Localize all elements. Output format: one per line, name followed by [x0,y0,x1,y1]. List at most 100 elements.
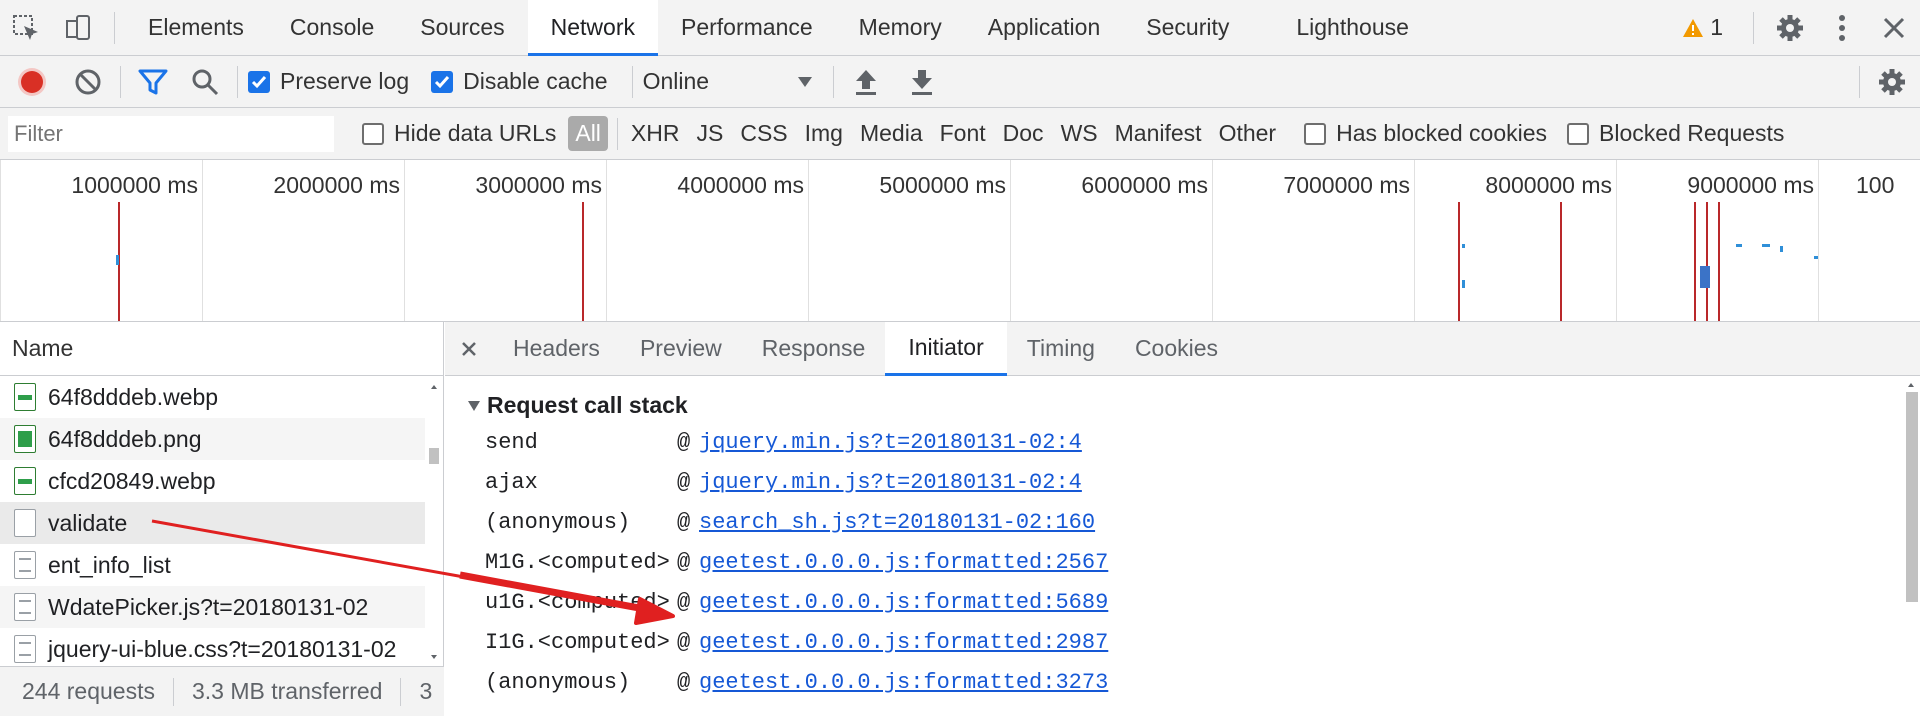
request-bar [1762,244,1770,247]
tab-response[interactable]: Response [742,322,886,376]
scrollbar-thumb[interactable] [1906,392,1918,602]
filter-type-css[interactable]: CSS [733,116,794,151]
import-har-button[interactable] [844,60,888,104]
timeline-tick-label: 4000000 ms [677,172,804,198]
throttling-select[interactable]: Online [643,68,813,95]
settings-gear-icon[interactable] [1764,0,1816,56]
timeline-tick-label: 8000000 ms [1485,172,1612,198]
filter-input[interactable] [8,115,334,152]
record-button[interactable] [10,60,54,104]
request-row[interactable]: jquery-ui-blue.css?t=20180131-02 [0,628,425,666]
has-blocked-cookies-checkbox[interactable]: Has blocked cookies [1304,120,1547,147]
network-status-bar: 244 requests 3.3 MB transferred 3 [0,666,444,716]
image-icon [14,383,36,411]
throttling-value: Online [642,68,710,94]
checked-box-icon [248,70,270,93]
call-stack-header[interactable]: Request call stack [467,392,688,419]
tab-network[interactable]: Network [527,0,658,56]
tab-headers[interactable]: Headers [493,322,620,376]
timeline-tick-label: 9000000 ms [1687,172,1814,198]
request-row[interactable]: cfcd20849.webp [0,460,425,502]
device-toolbar-icon[interactable] [52,0,104,56]
tab-timing[interactable]: Timing [1007,322,1115,376]
network-overview-timeline[interactable]: 1000000 ms 2000000 ms 3000000 ms 4000000… [0,160,1920,322]
tab-security[interactable]: Security [1123,0,1252,56]
request-row-selected[interactable]: validate [0,502,425,544]
source-link[interactable]: geetest.0.0.0.js:formatted:2987 [699,630,1108,655]
source-link[interactable]: jquery.min.js?t=20180131-02:4 [699,470,1082,495]
requests-scrollbar[interactable] [425,376,443,666]
divider [172,677,174,706]
timeline-tick-label: 1000000 ms [71,172,198,198]
filter-type-font[interactable]: Font [933,116,993,151]
has-blocked-cookies-label: Has blocked cookies [1336,120,1548,146]
call-frame: send @ jquery.min.js?t=20180131-02:4 [485,429,1082,455]
filter-bar: Hide data URLs All XHR JS CSS Img Media … [0,108,1920,160]
network-settings-button[interactable] [1870,60,1914,104]
hide-data-urls-label: Hide data URLs [394,120,557,146]
filter-type-doc[interactable]: Doc [996,116,1051,151]
tab-application[interactable]: Application [965,0,1124,56]
grid-line [1818,160,1819,321]
tab-lighthouse[interactable]: Lighthouse [1252,0,1432,56]
transferred-size: 3.3 MB transferred [191,678,383,704]
request-row[interactable]: 64f8dddeb.webp [0,376,425,418]
initiator-content: Request call stack send @ jquery.min.js?t… [445,376,1920,716]
call-frame: (anonymous) @ search_sh.js?t=20180131-02:… [485,509,1096,535]
request-row[interactable]: WdatePicker.js?t=20180131-02 [0,586,425,628]
tab-preview[interactable]: Preview [620,322,742,376]
more-options-icon[interactable] [1816,0,1868,56]
filter-type-other[interactable]: Other [1212,116,1284,151]
search-button[interactable] [183,60,227,104]
tab-initiator[interactable]: Initiator [885,321,1007,376]
filter-type-media[interactable]: Media [853,116,930,151]
disable-cache-label: Disable cache [463,68,608,94]
load-event-line [582,202,584,321]
name-column-header[interactable]: Name [0,322,443,376]
upload-icon [855,69,876,95]
clear-icon [75,69,101,94]
resource-type-filters: All XHR JS CSS Img Media Font Doc WS Man… [568,116,1286,151]
tab-elements[interactable]: Elements [125,0,267,56]
filter-type-img[interactable]: Img [798,116,850,151]
disable-cache-checkbox[interactable]: Disable cache [431,68,608,95]
tab-cookies[interactable]: Cookies [1115,322,1238,376]
preserve-log-checkbox[interactable]: Preserve log [248,68,409,95]
document-icon [14,635,36,663]
tab-console[interactable]: Console [267,0,397,56]
inspect-element-icon[interactable] [0,0,52,56]
filter-type-manifest[interactable]: Manifest [1108,116,1209,151]
source-link[interactable]: geetest.0.0.0.js:formatted:5689 [699,590,1108,615]
request-row[interactable]: 64f8dddeb.png [0,418,425,460]
divider [400,677,402,706]
source-link[interactable]: search_sh.js?t=20180131-02:160 [699,510,1095,535]
warnings-counter[interactable]: 1 [1682,14,1723,41]
scrollbar-thumb[interactable] [429,448,439,464]
tab-sources[interactable]: Sources [397,0,527,56]
details-scrollbar[interactable] [1902,376,1920,716]
function-name: u1G.<computed> [485,589,670,615]
tab-performance[interactable]: Performance [658,0,836,56]
filter-type-xhr[interactable]: XHR [624,116,687,151]
source-link[interactable]: jquery.min.js?t=20180131-02:4 [699,430,1082,455]
hide-data-urls-checkbox[interactable]: Hide data URLs [362,120,556,147]
filter-type-js[interactable]: JS [689,116,730,151]
filter-toggle-button[interactable] [131,60,175,104]
warning-icon [1683,18,1704,37]
tab-memory[interactable]: Memory [836,0,965,56]
clear-button[interactable] [66,60,110,104]
filter-type-all[interactable]: All [568,116,608,151]
request-row[interactable]: ent_info_list [0,544,425,586]
requests-list[interactable]: 64f8dddeb.webp 64f8dddeb.png cfcd20849.w… [0,376,443,666]
source-link[interactable]: geetest.0.0.0.js:formatted:3273 [699,670,1108,695]
divider [1859,65,1860,98]
export-har-button[interactable] [900,60,944,104]
filter-funnel-icon [138,69,168,94]
source-link[interactable]: geetest.0.0.0.js:formatted:2567 [699,550,1108,575]
function-name: I1G.<computed> [485,629,670,655]
request-name: jquery-ui-blue.css?t=20180131-02 [48,635,397,662]
close-details-icon[interactable] [445,322,493,376]
blocked-requests-checkbox[interactable]: Blocked Requests [1567,120,1784,147]
close-devtools-icon[interactable] [1868,0,1920,56]
filter-type-ws[interactable]: WS [1054,116,1105,151]
